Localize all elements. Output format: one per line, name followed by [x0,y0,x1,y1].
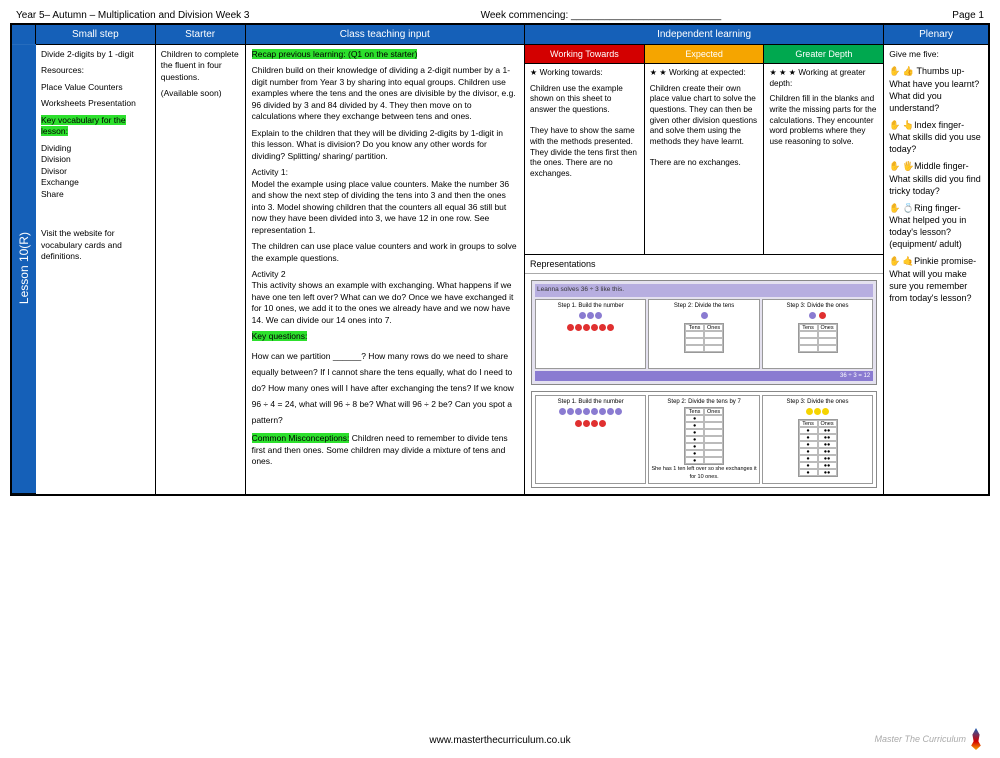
resources-label: Resources: [41,65,150,76]
footer-brand: Master The Curriculum [874,734,966,744]
input-p2: Explain to the children that they will b… [252,128,518,162]
resource-2: Worksheets Presentation [41,98,150,109]
flame-icon [970,728,982,750]
representations-label: Representations [525,254,883,273]
rep2-step3-label: Step 3: Divide the ones [786,398,848,406]
vocab-list: Dividing Division Divisor Exchange Share [41,143,150,200]
small-step-cell: Divide 2-digits by 1 -digit Resources: P… [36,44,156,494]
gd-stars: ★ ★ ★ Working at greater depth: [769,68,878,89]
activity1-b: The children can use place value counter… [252,241,518,264]
rep2-step1: Step 1. Build the number [535,395,646,484]
rep2-step3: Step 3: Divide the ones TensOnes●●●●●●●●… [762,395,873,484]
rep2-step2: Step 2: Divide the tens by 7 TensOnes●●●… [648,395,759,484]
vocab-label: Key vocabulary for the lesson: [41,115,126,136]
activity2-text: This activity shows an example with exch… [252,280,514,324]
rep2-step1-label: Step 1. Build the number [558,398,624,406]
wt-body: Children use the example shown on this s… [530,84,639,180]
plenary-thumb: ✋ 👍 Thumbs up- What have you learnt? Wha… [889,65,983,114]
rep1-step2: Step 2: Divide the tens TensOnes [648,299,759,369]
diff-row: Working Towards ★ Working towards: Child… [525,45,883,254]
week-commencing: Week commencing: _______________________… [481,10,722,21]
header-input: Class teaching input [246,25,525,44]
gd-header: Greater Depth [764,45,883,64]
footer-url: www.masterthecurriculum.co.uk [0,735,1000,746]
rep1-title: Leanna solves 36 ÷ 3 like this. [535,284,873,297]
rep1-step3-label: Step 3: Divide the ones [786,302,848,310]
working-towards-col: Working Towards ★ Working towards: Child… [525,45,645,254]
recap-label: Recap previous learning: (Q1 on the star… [252,49,418,59]
rep1-step1: Step 1. Build the number [535,299,646,369]
plenary-intro: Give me five: [889,49,983,60]
rep2-note: She has 1 ten left over so she exchanges… [651,466,756,481]
top-bar: Year 5– Autumn – Multiplication and Divi… [10,8,990,23]
header-spacer [12,25,36,44]
header-small-step: Small step [36,25,156,44]
rep2-step2-label: Step 2: Divide the tens by 7 [667,398,740,406]
greater-depth-col: Greater Depth ★ ★ ★ Working at greater d… [764,45,883,254]
header-plenary: Plenary [884,25,988,44]
wt-stars: ★ Working towards: [530,68,639,79]
teaching-input-cell: Recap previous learning: (Q1 on the star… [246,44,525,494]
ex-header: Expected [645,45,764,64]
rep1-step1-label: Step 1. Build the number [558,302,624,310]
starter-text: Children to complete the fluent in four … [161,49,240,83]
ex-body: Children create their own place value ch… [650,84,759,169]
plenary-cell: Give me five: ✋ 👍 Thumbs up- What have y… [884,44,988,494]
doc-title: Year 5– Autumn – Multiplication and Divi… [16,10,249,21]
page-number: Page 1 [952,10,984,21]
resource-1: Place Value Counters [41,82,150,93]
activity1-text: Model the example using place value coun… [252,179,510,235]
footer-logo: Master The Curriculum [874,728,982,750]
rep1-step3: Step 3: Divide the ones TensOnes [762,299,873,369]
representation-2: Step 1. Build the number Step 2: Divide … [531,391,877,488]
rep1-answer: 36 ÷ 3 = 12 [535,371,873,381]
representations-area: Leanna solves 36 ÷ 3 like this. Step 1. … [525,273,883,494]
ex-stars: ★ ★ Working at expected: [650,68,759,79]
gd-body: Children fill in the blanks and write th… [769,94,878,147]
body-row: Lesson 10(R) Divide 2-digits by 1 -digit… [12,44,988,494]
wt-header: Working Towards [525,45,644,64]
activity2-label: Activity 2 [252,269,286,279]
activity1-label: Activity 1: [252,167,288,177]
plenary-pinkie: ✋ 🤙Pinkie promise- What will you make su… [889,255,983,304]
representation-1: Leanna solves 36 ÷ 3 like this. Step 1. … [531,280,877,385]
independent-cell: Working Towards ★ Working towards: Child… [525,44,884,494]
starter-cell: Children to complete the fluent in four … [156,44,246,494]
small-step-title: Divide 2-digits by 1 -digit [41,49,150,60]
lesson-label: Lesson 10(R) [12,44,36,494]
plan-table: Small step Starter Class teaching input … [10,23,990,496]
rep1-step2-label: Step 2: Divide the tens [674,302,734,310]
plenary-ring: ✋ 💍Ring finger- What helped you in today… [889,202,983,251]
starter-avail: (Available soon) [161,88,240,99]
header-row: Small step Starter Class teaching input … [12,25,988,44]
plenary-middle: ✋ 🖐Middle finger- What skills did you fi… [889,160,983,196]
plenary-index: ✋ 👆Index finger- What skills did you use… [889,119,983,155]
input-p1: Children build on their knowledge of div… [252,65,518,122]
header-independent: Independent learning [525,25,884,44]
header-starter: Starter [156,25,246,44]
expected-col: Expected ★ ★ Working at expected: Childr… [645,45,765,254]
misconceptions-label: Common Misconceptions: [252,433,350,443]
vocab-note: Visit the website for vocabulary cards a… [41,228,150,262]
key-questions: How can we partition ______? How many ro… [252,348,518,429]
key-questions-label: Key questions: [252,331,308,341]
